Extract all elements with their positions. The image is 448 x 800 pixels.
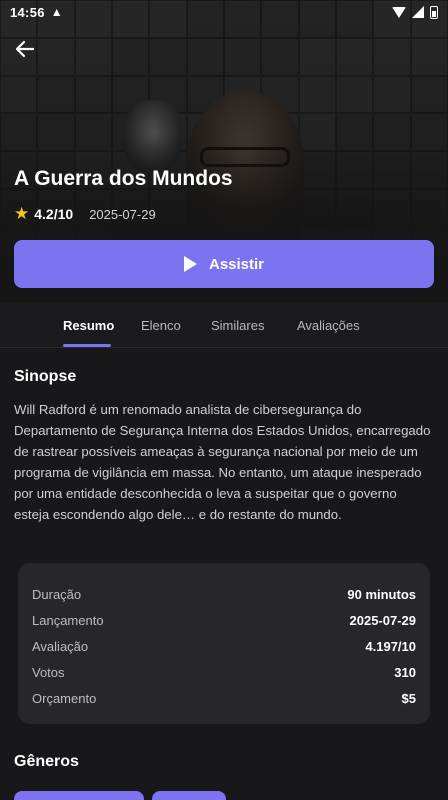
detail-label: Lançamento bbox=[32, 612, 104, 628]
warning-icon: ▲ bbox=[50, 5, 63, 19]
synopsis-title: Sinopse bbox=[14, 368, 77, 385]
detail-value: $5 bbox=[401, 691, 416, 707]
movie-rating: 4.2/10 bbox=[34, 206, 74, 222]
detail-label: Duração bbox=[32, 586, 82, 602]
signal-icon bbox=[412, 6, 424, 18]
genre-chip[interactable] bbox=[152, 791, 226, 800]
detail-row-lancamento: Lançamento 2025-07-29 bbox=[32, 607, 416, 633]
detail-row-orcamento: Orçamento $5 bbox=[32, 686, 416, 712]
tab-content: Sinopse Will Radford é um renomado anali… bbox=[0, 349, 448, 800]
detail-row-avaliacao: Avaliação 4.197/10 bbox=[32, 633, 416, 659]
detail-value: 90 minutos bbox=[347, 586, 416, 602]
battery-icon bbox=[430, 5, 438, 19]
wifi-icon bbox=[392, 6, 406, 18]
watch-button[interactable]: Assistir bbox=[14, 240, 434, 288]
watch-button-label: Assistir bbox=[208, 255, 265, 273]
detail-label: Avaliação bbox=[32, 638, 89, 654]
active-tab-indicator bbox=[63, 344, 111, 347]
tab-avaliacoes[interactable]: Avaliações bbox=[297, 318, 360, 333]
detail-label: Orçamento bbox=[32, 691, 97, 707]
status-bar: 14:56 ▲ bbox=[0, 0, 448, 24]
details-card: Duração 90 minutos Lançamento 2025-07-29… bbox=[18, 563, 430, 724]
arrow-left-icon bbox=[15, 40, 35, 58]
tab-similares[interactable]: Similares bbox=[211, 318, 264, 333]
detail-label: Votos bbox=[32, 665, 65, 681]
status-icons bbox=[392, 5, 438, 19]
detail-row-duracao: Duração 90 minutos bbox=[32, 581, 416, 607]
detail-value: 4.197/10 bbox=[365, 638, 416, 654]
release-date: 2025-07-29 bbox=[89, 206, 156, 222]
detail-value: 2025-07-29 bbox=[349, 612, 417, 628]
play-icon bbox=[183, 256, 197, 272]
tab-bar: Resumo Elenco Similares Avaliações bbox=[0, 302, 448, 348]
tab-resumo[interactable]: Resumo bbox=[63, 318, 114, 333]
genre-chip[interactable] bbox=[14, 791, 144, 800]
movie-meta: ★ 4.2/10 2025-07-29 bbox=[14, 204, 156, 224]
status-time: 14:56 bbox=[10, 4, 45, 20]
tab-elenco[interactable]: Elenco bbox=[141, 318, 181, 333]
star-icon: ★ bbox=[14, 204, 30, 223]
genres-title: Gêneros bbox=[14, 753, 79, 770]
movie-title: A Guerra dos Mundos bbox=[14, 167, 233, 190]
detail-row-votos: Votos 310 bbox=[32, 660, 416, 686]
synopsis-text: Will Radford é um renomado analista de c… bbox=[14, 402, 431, 522]
back-button[interactable] bbox=[12, 36, 38, 62]
detail-value: 310 bbox=[394, 665, 416, 681]
